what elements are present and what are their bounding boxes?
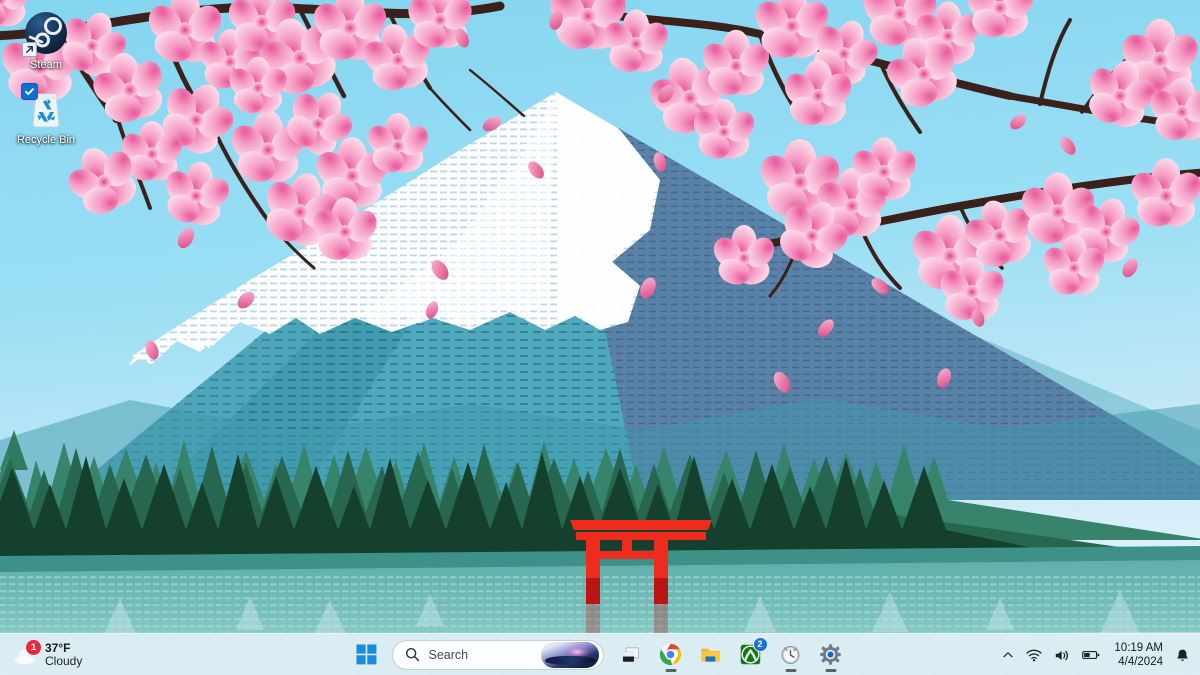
cloud-icon: 1 (12, 643, 38, 667)
battery-icon (1082, 649, 1100, 661)
clock-app-icon (779, 643, 802, 666)
tray-battery-button[interactable] (1076, 638, 1106, 672)
speaker-icon (1054, 648, 1070, 663)
chrome-icon (659, 643, 682, 666)
desktop-wallpaper (0, 0, 1200, 675)
chevron-up-icon (1002, 649, 1014, 661)
app-running-indicator (785, 669, 796, 672)
bing-highlight-thumbnail[interactable] (541, 642, 599, 668)
folder-icon (699, 643, 722, 666)
system-tray: 10:19 AM 4/4/2024 (996, 634, 1196, 675)
tray-time: 10:19 AM (1114, 641, 1163, 655)
task-view-icon (620, 644, 642, 666)
taskbar-app-task-view[interactable] (612, 636, 650, 674)
tray-network-button[interactable] (1020, 638, 1048, 672)
wifi-icon (1026, 648, 1042, 663)
bell-icon (1175, 648, 1190, 663)
taskbar: 1 37°F Cloudy Search (0, 633, 1200, 675)
app-running-indicator (825, 669, 836, 672)
search-placeholder: Search (429, 648, 532, 662)
shortcut-arrow-icon (22, 42, 37, 57)
recycle-bin-icon (23, 85, 69, 131)
tray-volume-button[interactable] (1048, 638, 1076, 672)
taskbar-app-settings[interactable] (812, 636, 850, 674)
tray-clock[interactable]: 10:19 AM 4/4/2024 (1106, 638, 1169, 672)
tray-date: 4/4/2024 (1118, 655, 1163, 669)
steam-icon (23, 10, 69, 56)
start-button[interactable] (348, 636, 386, 674)
desktop-icon-label: Steam (30, 59, 62, 71)
search-box[interactable]: Search (392, 640, 604, 670)
settings-gear-icon (819, 643, 842, 666)
desktop-icon-grid: Steam Recycle Bin (4, 6, 94, 156)
weather-notification-badge: 1 (26, 640, 41, 655)
search-icon (405, 647, 420, 662)
desktop-icon-label: Recycle Bin (17, 134, 75, 146)
tray-overflow-button[interactable] (996, 638, 1020, 672)
selected-checkbox-icon (21, 83, 38, 100)
xbox-badge: 2 (753, 637, 768, 652)
taskbar-app-google-chrome[interactable] (652, 636, 690, 674)
desktop-icon-steam[interactable]: Steam (4, 6, 88, 73)
windows-logo-icon (356, 644, 377, 665)
tray-notifications-button[interactable] (1169, 638, 1196, 672)
taskbar-center-cluster: Search (348, 634, 853, 675)
weather-condition: Cloudy (45, 655, 82, 668)
desktop-icon-recycle-bin[interactable]: Recycle Bin (4, 81, 88, 148)
app-running-indicator (665, 669, 676, 672)
taskbar-weather-widget[interactable]: 1 37°F Cloudy (6, 636, 92, 674)
weather-temperature: 37°F (45, 642, 82, 655)
taskbar-app-xbox[interactable]: 2 (732, 636, 770, 674)
taskbar-app-clock[interactable] (772, 636, 810, 674)
taskbar-app-file-explorer[interactable] (692, 636, 730, 674)
